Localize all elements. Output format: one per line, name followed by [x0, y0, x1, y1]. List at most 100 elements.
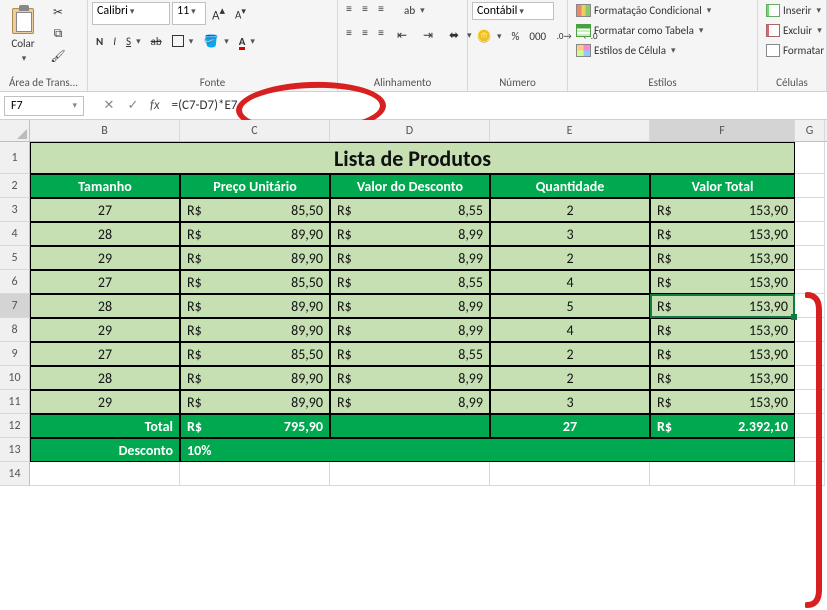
comma-button[interactable]: 000 — [525, 26, 550, 46]
cell-G4[interactable] — [795, 222, 825, 246]
cell-G12[interactable] — [795, 414, 825, 438]
cell-F10[interactable]: R$153,90 — [650, 366, 795, 390]
cell-F3[interactable]: R$153,90 — [650, 198, 795, 222]
cell-G10[interactable] — [795, 366, 825, 390]
align-left-button[interactable]: ≡ — [342, 25, 356, 45]
cell-B6[interactable]: 27 — [30, 270, 180, 294]
total-price-cell[interactable]: R$795,90 — [180, 414, 330, 438]
cell-B9[interactable]: 27 — [30, 342, 180, 366]
cell-E8[interactable]: 4 — [490, 318, 650, 342]
cell-C11[interactable]: R$89,90 — [180, 390, 330, 414]
row-header-9[interactable]: 9 — [0, 342, 30, 366]
delete-cells-button[interactable]: Excluir — [762, 22, 826, 39]
cell-G1[interactable] — [795, 142, 825, 174]
cell-G13[interactable] — [795, 438, 825, 462]
insert-cells-button[interactable]: Inserir — [762, 2, 825, 19]
col-header-B[interactable]: B — [30, 120, 180, 141]
cell-F5[interactable]: R$153,90 — [650, 246, 795, 270]
row-header-14[interactable]: 14 — [0, 462, 30, 486]
name-box[interactable]: F7 ▾ — [4, 96, 84, 116]
cell-E3[interactable]: 2 — [490, 198, 650, 222]
cell-D11[interactable]: R$8,99 — [330, 390, 490, 414]
cell-F6[interactable]: R$153,90 — [650, 270, 795, 294]
row-header-11[interactable]: 11 — [0, 390, 30, 414]
decrease-font-button[interactable]: A▾ — [231, 2, 250, 25]
row-header-13[interactable]: 13 — [0, 438, 30, 462]
cell-E14[interactable] — [490, 462, 650, 486]
formula-input[interactable]: =(C7-D7)*E7 — [166, 96, 823, 115]
font-size-select[interactable]: 11 — [172, 2, 206, 25]
cell-C6[interactable]: R$85,50 — [180, 270, 330, 294]
cell-B11[interactable]: 29 — [30, 390, 180, 414]
col-header-D[interactable]: D — [330, 120, 490, 141]
row-header-8[interactable]: 8 — [0, 318, 30, 342]
number-format-select[interactable]: Contábil — [472, 2, 554, 20]
col-header-C[interactable]: C — [180, 120, 330, 141]
font-color-button[interactable]: A — [235, 31, 259, 51]
cell-E4[interactable]: 3 — [490, 222, 650, 246]
cell-C8[interactable]: R$89,90 — [180, 318, 330, 342]
cell-B14[interactable] — [30, 462, 180, 486]
align-center-button[interactable]: ≡ — [358, 25, 372, 45]
format-cells-button[interactable]: Formatar — [762, 42, 827, 59]
header-desconto[interactable]: Valor do Desconto — [330, 174, 490, 198]
row-header-7[interactable]: 7 — [0, 294, 30, 318]
cell-D5[interactable]: R$8,99 — [330, 246, 490, 270]
underline-button[interactable]: S — [122, 31, 145, 51]
row-header-1[interactable]: 1 — [0, 142, 30, 174]
cell-E7[interactable]: 5 — [490, 294, 650, 318]
fill-color-button[interactable]: 🪣 — [199, 31, 233, 51]
cell-E11[interactable]: 3 — [490, 390, 650, 414]
cell-D4[interactable]: R$8,99 — [330, 222, 490, 246]
cell-G7[interactable] — [795, 294, 825, 318]
cell-B4[interactable]: 28 — [30, 222, 180, 246]
cell-E10[interactable]: 2 — [490, 366, 650, 390]
cell-F7[interactable]: R$153,90 — [650, 294, 795, 318]
cell-G14[interactable] — [795, 462, 825, 486]
row-header-5[interactable]: 5 — [0, 246, 30, 270]
row-header-10[interactable]: 10 — [0, 366, 30, 390]
cell-C3[interactable]: R$85,50 — [180, 198, 330, 222]
header-preco[interactable]: Preço Unitário — [180, 174, 330, 198]
total-label-cell[interactable]: Total — [30, 414, 180, 438]
select-all-corner[interactable] — [0, 120, 30, 141]
accept-formula-button[interactable]: ✓ — [122, 95, 144, 117]
cell-G5[interactable] — [795, 246, 825, 270]
bold-button[interactable]: N — [92, 31, 107, 51]
cell-B5[interactable]: 29 — [30, 246, 180, 270]
percent-button[interactable]: % — [508, 26, 524, 46]
cell-C5[interactable]: R$89,90 — [180, 246, 330, 270]
cell-E6[interactable]: 4 — [490, 270, 650, 294]
row-header-4[interactable]: 4 — [0, 222, 30, 246]
cell-D7[interactable]: R$8,99 — [330, 294, 490, 318]
cell-E5[interactable]: 2 — [490, 246, 650, 270]
conditional-format-button[interactable]: Formatação Condicional — [572, 2, 715, 19]
col-header-E[interactable]: E — [490, 120, 650, 141]
cell-B10[interactable]: 28 — [30, 366, 180, 390]
increase-font-button[interactable]: A▴ — [208, 2, 229, 25]
cell-G3[interactable] — [795, 198, 825, 222]
cell-D9[interactable]: R$8,55 — [330, 342, 490, 366]
total-qty-cell[interactable]: 27 — [490, 414, 650, 438]
cell-D10[interactable]: R$8,99 — [330, 366, 490, 390]
cell-C9[interactable]: R$85,50 — [180, 342, 330, 366]
cell-F8[interactable]: R$153,90 — [650, 318, 795, 342]
header-tamanho[interactable]: Tamanho — [30, 174, 180, 198]
row-header-6[interactable]: 6 — [0, 270, 30, 294]
header-total[interactable]: Valor Total — [650, 174, 795, 198]
wrap-text-button[interactable]: ab — [400, 2, 429, 19]
cell-B7[interactable]: 28 — [30, 294, 180, 318]
fx-button[interactable]: fx — [146, 98, 164, 113]
cell-B8[interactable]: 29 — [30, 318, 180, 342]
cut-button[interactable]: ✂ — [46, 2, 70, 22]
row-header-2[interactable]: 2 — [0, 174, 30, 198]
paste-button[interactable]: Colar — [4, 2, 42, 66]
cell-G2[interactable] — [795, 174, 825, 198]
cell-C7[interactable]: R$89,90 — [180, 294, 330, 318]
increase-indent-button[interactable]: ⇥ — [416, 25, 440, 45]
cell-G8[interactable] — [795, 318, 825, 342]
title-cell[interactable]: Lista de Produtos — [30, 142, 795, 174]
cell-C14[interactable] — [180, 462, 330, 486]
align-top-button[interactable]: ≡ — [342, 2, 356, 19]
cell-G6[interactable] — [795, 270, 825, 294]
